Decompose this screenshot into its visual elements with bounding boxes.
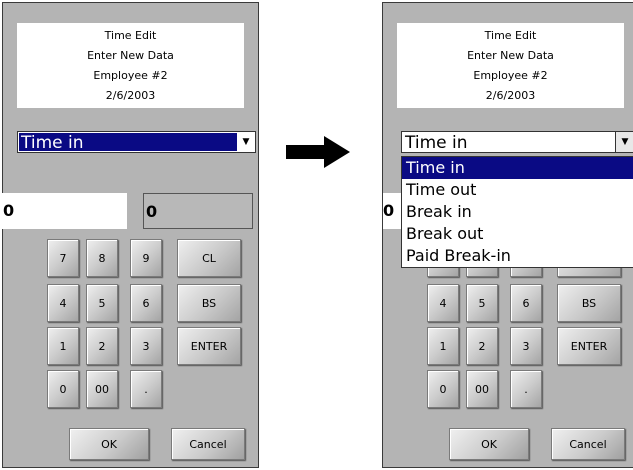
- time-edit-panel-after: Time Edit Enter New Data Employee #2 2/6…: [382, 2, 633, 468]
- dropdown-option[interactable]: Paid Break-in: [402, 245, 633, 267]
- ok-button[interactable]: OK: [69, 428, 149, 460]
- dropdown-option[interactable]: Break out: [402, 223, 633, 245]
- key-4[interactable]: 4: [47, 284, 79, 322]
- key-00[interactable]: 00: [86, 370, 118, 408]
- right-arrow-icon: [286, 136, 350, 168]
- dropdown-selected-value: Time in: [405, 133, 468, 153]
- header-subtitle: Enter New Data: [87, 48, 174, 62]
- key-4[interactable]: 4: [427, 284, 459, 322]
- header-date: 2/6/2003: [485, 88, 536, 102]
- key-5[interactable]: 5: [86, 284, 118, 322]
- header-subtitle: Enter New Data: [467, 48, 554, 62]
- header-box: Time Edit Enter New Data Employee #2 2/6…: [17, 23, 244, 108]
- time-type-dropdown[interactable]: Time in ▼: [17, 131, 256, 153]
- ok-button[interactable]: OK: [449, 428, 529, 460]
- value-input[interactable]: 0: [1, 193, 127, 229]
- key-6[interactable]: 6: [510, 284, 542, 322]
- header-box: Time Edit Enter New Data Employee #2 2/6…: [397, 23, 624, 108]
- key-00[interactable]: 00: [466, 370, 498, 408]
- dropdown-option[interactable]: Time out: [402, 179, 633, 201]
- key-9[interactable]: 9: [130, 239, 162, 277]
- key-1[interactable]: 1: [47, 327, 79, 365]
- cancel-button[interactable]: Cancel: [551, 428, 625, 460]
- key-3[interactable]: 3: [510, 327, 542, 365]
- key-5[interactable]: 5: [466, 284, 498, 322]
- dropdown-selected-value: Time in: [19, 133, 237, 153]
- key-2[interactable]: 2: [466, 327, 498, 365]
- key-3[interactable]: 3: [130, 327, 162, 365]
- backspace-button[interactable]: BS: [177, 284, 241, 322]
- header-title: Time Edit: [484, 28, 537, 42]
- enter-button[interactable]: ENTER: [557, 327, 621, 365]
- key-0[interactable]: 0: [427, 370, 459, 408]
- key-6[interactable]: 6: [130, 284, 162, 322]
- clear-button[interactable]: CL: [177, 239, 241, 277]
- dropdown-option[interactable]: Break in: [402, 201, 633, 223]
- key-1[interactable]: 1: [427, 327, 459, 365]
- key-0[interactable]: 0: [47, 370, 79, 408]
- key-2[interactable]: 2: [86, 327, 118, 365]
- header-title: Time Edit: [104, 28, 157, 42]
- chevron-down-icon[interactable]: ▼: [237, 132, 255, 152]
- dropdown-list: Time in Time out Break in Break out Paid…: [401, 156, 633, 268]
- key-8[interactable]: 8: [86, 239, 118, 277]
- time-type-dropdown[interactable]: Time in ▼: [401, 131, 633, 153]
- time-edit-panel-before: Time Edit Enter New Data Employee #2 2/6…: [1, 2, 259, 468]
- header-employee: Employee #2: [93, 68, 168, 82]
- header-date: 2/6/2003: [105, 88, 156, 102]
- header-employee: Employee #2: [473, 68, 548, 82]
- chevron-down-icon[interactable]: ▼: [615, 132, 633, 152]
- enter-button[interactable]: ENTER: [177, 327, 241, 365]
- backspace-button[interactable]: BS: [557, 284, 621, 322]
- dropdown-option[interactable]: Time in: [402, 157, 633, 179]
- cancel-button[interactable]: Cancel: [171, 428, 245, 460]
- key-dot[interactable]: .: [510, 370, 542, 408]
- key-7[interactable]: 7: [47, 239, 79, 277]
- value-display: 0: [143, 193, 253, 229]
- key-dot[interactable]: .: [130, 370, 162, 408]
